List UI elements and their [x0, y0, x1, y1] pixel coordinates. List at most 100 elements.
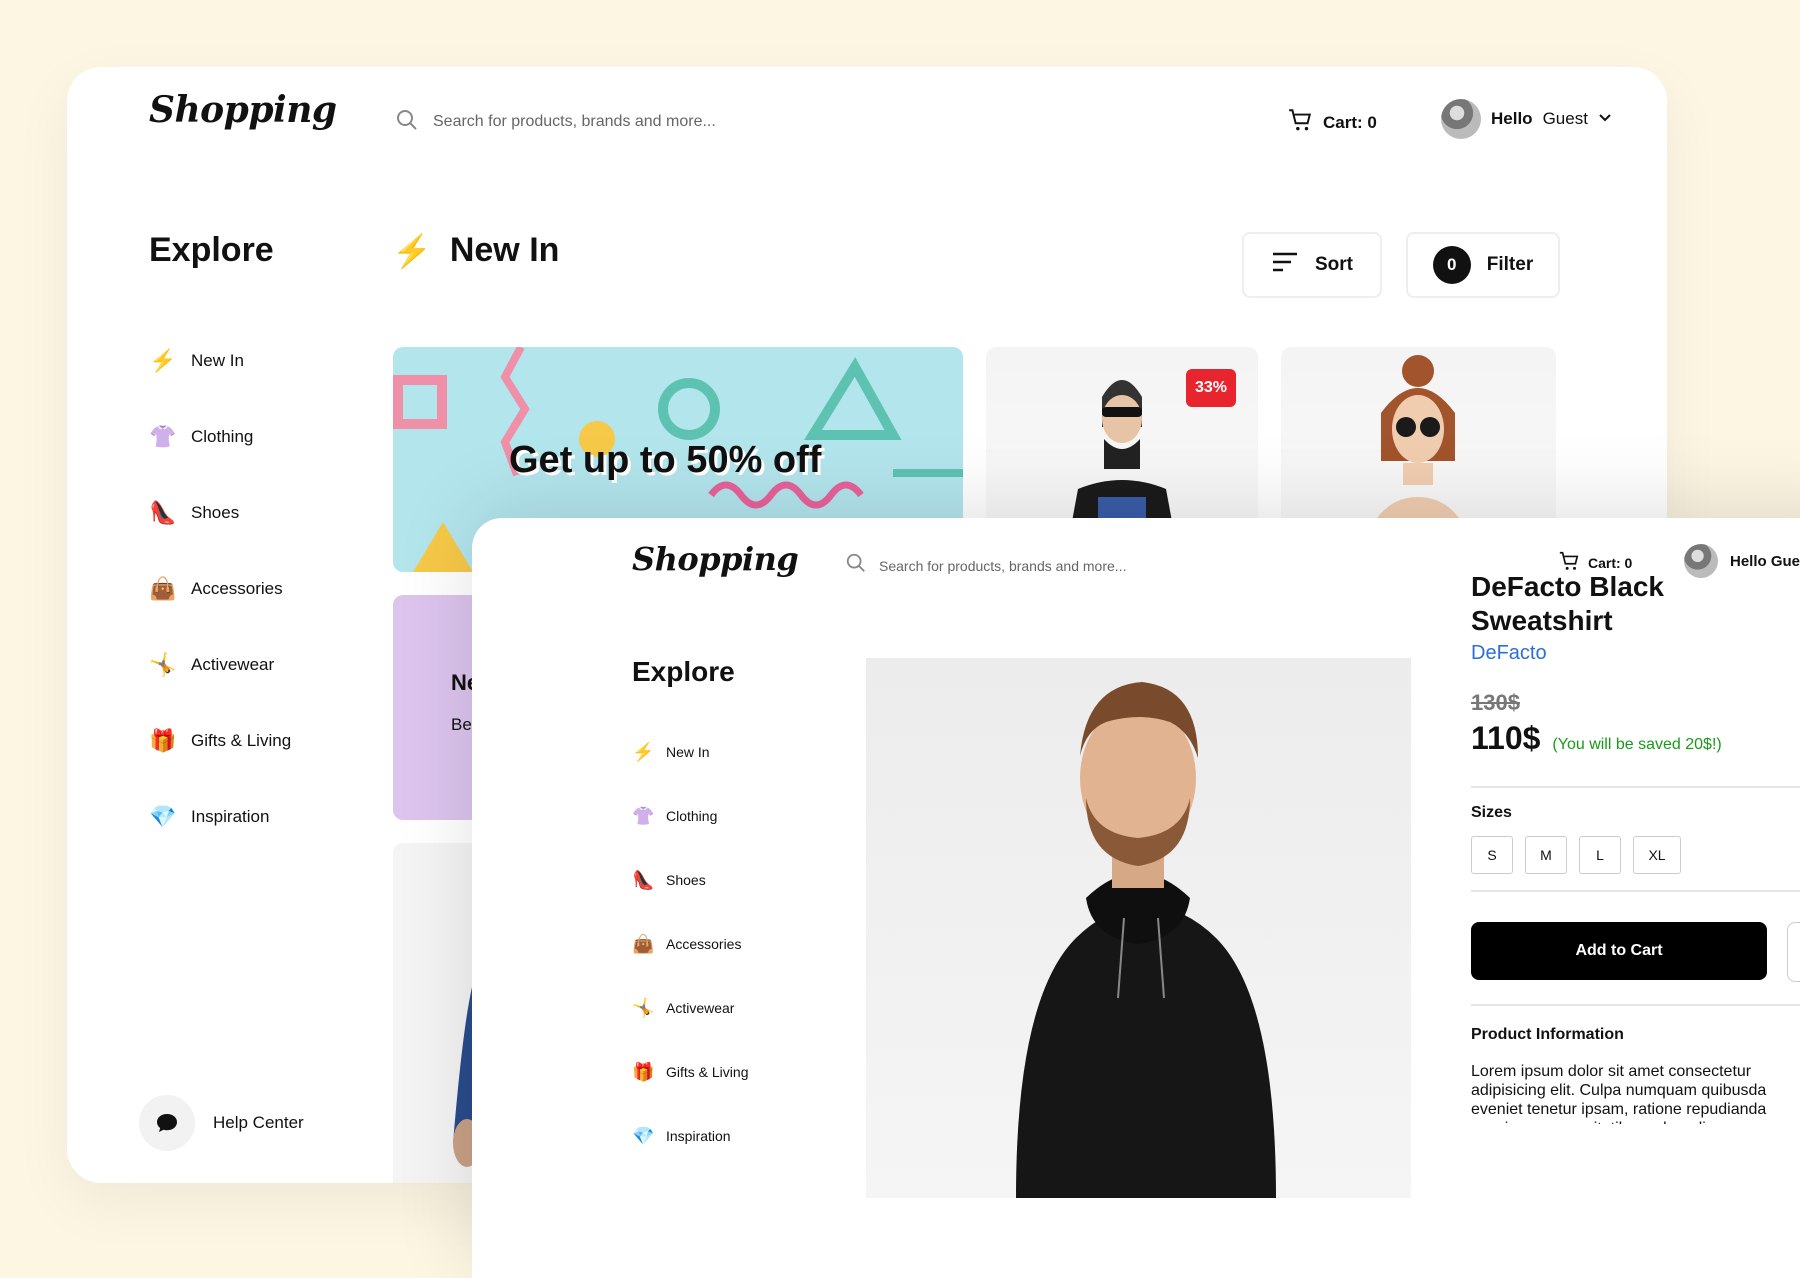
- filter-label: Filter: [1486, 254, 1534, 275]
- search-icon: [395, 108, 419, 137]
- user-name: Guest: [1542, 109, 1588, 128]
- filter-count-badge: 0: [1432, 246, 1471, 284]
- section-title: New In: [449, 231, 560, 269]
- sidebar-item-gifts-living[interactable]: 🎁 Gifts & Living: [149, 703, 369, 779]
- sidebar-item-clothing[interactable]: 👚 Clothing: [149, 399, 369, 475]
- app-logo[interactable]: Shopping: [149, 89, 337, 131]
- shirt-icon: 👚: [149, 424, 177, 449]
- wishlist-button[interactable]: [1787, 922, 1800, 982]
- sidebar-item-label: Inspiration: [191, 807, 270, 826]
- sidebar-item-shoes[interactable]: 👠 Shoes: [632, 848, 832, 912]
- sidebar-item-accessories[interactable]: 👜 Accessories: [632, 912, 832, 976]
- sort-label: Sort: [1315, 254, 1353, 275]
- search-bar[interactable]: Search for products, brands and more...: [845, 552, 1126, 579]
- size-option-s[interactable]: S: [1471, 836, 1513, 874]
- price-row: 110$ (You will be saved 20$!): [1471, 720, 1722, 757]
- old-price: 130$: [1471, 690, 1520, 715]
- divider: [1471, 1004, 1800, 1006]
- sidebar-item-label: Shoes: [191, 503, 240, 522]
- gymnast-icon: 🤸: [149, 652, 177, 677]
- lightning-icon: ⚡: [632, 741, 655, 762]
- chat-icon: [139, 1095, 195, 1151]
- avatar: [1441, 99, 1481, 139]
- sidebar-item-accessories[interactable]: 👜 Accessories: [149, 551, 369, 627]
- product-photo: [1016, 682, 1276, 1198]
- sidebar-item-label: Shoes: [666, 872, 706, 888]
- size-options: S M L XL: [1471, 836, 1681, 874]
- product-title-line: Sweatshirt: [1471, 605, 1613, 636]
- explore-title: Explore: [149, 231, 274, 269]
- size-option-m[interactable]: M: [1525, 836, 1567, 874]
- sidebar-item-inspiration[interactable]: 💎 Inspiration: [632, 1104, 832, 1168]
- handbag-icon: 👜: [632, 933, 655, 954]
- collection-subtitle: Be: [451, 715, 472, 734]
- sidebar-nav: ⚡ New In 👚 Clothing 👠 Shoes 👜 Accessorie…: [632, 720, 832, 1168]
- search-bar[interactable]: Search for products, brands and more...: [395, 105, 995, 139]
- sidebar-item-label: Gifts & Living: [191, 731, 292, 750]
- heel-shoe-icon: 👠: [632, 869, 655, 890]
- divider: [1471, 786, 1800, 788]
- current-price: 110$: [1471, 720, 1541, 756]
- sidebar-item-gifts-living[interactable]: 🎁 Gifts & Living: [632, 1040, 832, 1104]
- user-greeting: Hello: [1491, 109, 1533, 128]
- cart-label: Cart: 0: [1588, 554, 1633, 571]
- search-input[interactable]: Search for products, brands and more...: [879, 558, 1126, 574]
- sidebar-item-label: Gifts & Living: [666, 1064, 749, 1080]
- divider: [1471, 890, 1800, 892]
- sidebar-item-label: New In: [666, 744, 710, 760]
- help-center-link[interactable]: Help Center: [139, 1095, 304, 1151]
- handbag-icon: 👜: [149, 576, 177, 601]
- add-to-cart-button[interactable]: Add to Cart: [1471, 922, 1767, 980]
- sidebar-item-inspiration[interactable]: 💎 Inspiration: [149, 779, 369, 855]
- lightning-icon: ⚡: [392, 232, 432, 269]
- cart-button[interactable]: Cart: 0: [1287, 107, 1377, 138]
- shirt-icon: 👚: [632, 805, 655, 826]
- heel-shoe-icon: 👠: [149, 500, 177, 525]
- user-label: Hello Gue: [1730, 552, 1800, 570]
- gymnast-icon: 🤸: [632, 997, 655, 1018]
- search-input[interactable]: Search for products, brands and more...: [433, 113, 716, 131]
- sort-icon: [1271, 251, 1299, 279]
- cart-icon: [1287, 107, 1313, 138]
- cart-label: Cart: 0: [1323, 112, 1377, 132]
- discount-badge: 33%: [1186, 369, 1236, 407]
- sidebar-item-shoes[interactable]: 👠 Shoes: [149, 475, 369, 551]
- user-menu[interactable]: Hello Guest: [1441, 99, 1612, 139]
- brand-link[interactable]: DeFacto: [1471, 642, 1547, 665]
- explore-title: Explore: [632, 656, 735, 687]
- sidebar-item-clothing[interactable]: 👚 Clothing: [632, 784, 832, 848]
- diamond-icon: 💎: [632, 1125, 655, 1146]
- sidebar-item-activewear[interactable]: 🤸 Activewear: [632, 976, 832, 1040]
- sidebar-item-new-in[interactable]: ⚡ New In: [632, 720, 832, 784]
- chevron-down-icon: [1598, 109, 1612, 129]
- sidebar-item-label: Inspiration: [666, 1128, 731, 1144]
- sidebar-nav: ⚡ New In 👚 Clothing 👠 Shoes 👜 Accessorie…: [149, 323, 369, 855]
- size-option-l[interactable]: L: [1579, 836, 1621, 874]
- sidebar-item-label: New In: [191, 351, 244, 370]
- sidebar-item-label: Clothing: [666, 808, 718, 824]
- sizes-label: Sizes: [1471, 804, 1512, 821]
- gift-icon: 🎁: [632, 1061, 655, 1082]
- search-icon: [845, 552, 867, 579]
- product-info-title: Product Information: [1471, 1026, 1624, 1043]
- help-center-label: Help Center: [213, 1113, 304, 1132]
- sidebar-item-label: Activewear: [666, 1000, 735, 1016]
- sidebar-item-activewear[interactable]: 🤸 Activewear: [149, 627, 369, 703]
- sidebar-item-label: Accessories: [191, 579, 283, 598]
- diamond-icon: 💎: [149, 804, 177, 829]
- promo-text: Get up to 50% off: [509, 439, 822, 481]
- product-detail-window: Shopping Search for products, brands and…: [472, 518, 1800, 1278]
- filter-button[interactable]: 0 Filter: [1406, 232, 1560, 298]
- sort-button[interactable]: Sort: [1242, 232, 1382, 298]
- sidebar-item-new-in[interactable]: ⚡ New In: [149, 323, 369, 399]
- section-header: ⚡ New In: [392, 231, 559, 270]
- size-option-xl[interactable]: XL: [1633, 836, 1681, 874]
- sidebar-item-label: Accessories: [666, 936, 742, 952]
- app-logo[interactable]: Shopping: [632, 540, 799, 578]
- lightning-icon: ⚡: [149, 348, 177, 373]
- sidebar-item-label: Activewear: [191, 655, 275, 674]
- product-hero-image: [866, 658, 1411, 1198]
- product-title-line: DeFacto Black: [1471, 571, 1664, 602]
- savings-text: (You will be saved 20$!): [1552, 736, 1722, 753]
- sidebar-item-label: Clothing: [191, 427, 254, 446]
